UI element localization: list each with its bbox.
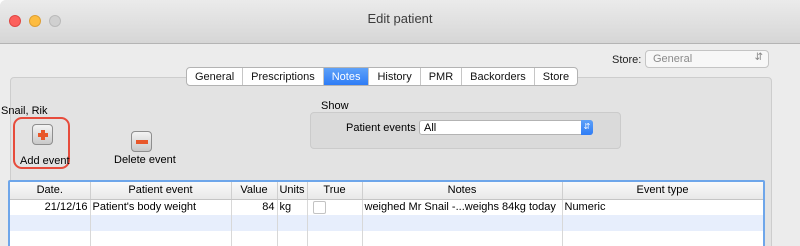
cell-event-type: Numeric xyxy=(562,199,763,215)
column-header-patient-event[interactable]: Patient event xyxy=(90,182,232,200)
plus-icon xyxy=(32,124,53,145)
column-header-value[interactable]: Value xyxy=(231,182,278,200)
column-header-notes[interactable]: Notes xyxy=(362,182,563,200)
tab-history[interactable]: History xyxy=(369,68,421,85)
tab-backorders[interactable]: Backorders xyxy=(462,68,535,85)
window-title: Edit patient xyxy=(367,11,433,26)
cell-value: 84 xyxy=(231,199,278,215)
edit-patient-window: Edit patient Store: General ⇵ General Pr… xyxy=(0,0,800,246)
chevron-updown-icon: ⇵ xyxy=(581,120,593,135)
cell-date: 21/12/16 xyxy=(10,199,91,215)
tab-notes[interactable]: Notes xyxy=(323,68,370,85)
patient-events-select[interactable]: All ⇵ xyxy=(419,120,593,135)
column-header-true[interactable]: True xyxy=(307,182,363,200)
chevron-updown-icon: ⇵ xyxy=(754,52,763,63)
cell-true xyxy=(307,199,363,215)
table-row[interactable] xyxy=(10,231,763,246)
delete-event-button[interactable]: Delete event xyxy=(114,154,176,166)
store-label: Store: xyxy=(612,54,642,66)
title-bar: Edit patient xyxy=(0,0,800,44)
minus-icon[interactable] xyxy=(131,131,152,152)
patient-events-value: All xyxy=(424,122,437,134)
column-header-date[interactable]: Date. xyxy=(10,182,91,200)
tab-bar: General Prescriptions Notes History PMR … xyxy=(186,67,579,86)
add-event-label: Add event xyxy=(20,155,70,167)
add-event-button[interactable]: Add event xyxy=(13,117,70,169)
patient-name: Snail, Rik xyxy=(1,105,48,117)
tab-store[interactable]: Store xyxy=(535,68,577,85)
store-select[interactable]: General ⇵ xyxy=(645,50,769,68)
tab-prescriptions[interactable]: Prescriptions xyxy=(243,68,324,85)
cell-units: kg xyxy=(277,199,308,215)
cell-notes: weighed Mr Snail -...weighs 84kg today xyxy=(362,199,563,215)
tab-general[interactable]: General xyxy=(187,68,244,85)
true-checkbox[interactable] xyxy=(312,200,326,214)
cell-patient-event: Patient's body weight xyxy=(90,199,232,215)
tab-pmr[interactable]: PMR xyxy=(421,68,463,85)
table-header-row: Date. Patient event Value Units True Not… xyxy=(10,182,763,200)
column-header-units[interactable]: Units xyxy=(277,182,308,200)
table-row[interactable] xyxy=(10,215,763,231)
table-row[interactable]: 21/12/16 Patient's body weight 84 kg wei… xyxy=(10,199,763,215)
column-header-event-type[interactable]: Event type xyxy=(562,182,763,200)
events-table[interactable]: Date. Patient event Value Units True Not… xyxy=(8,180,765,246)
store-select-value: General xyxy=(653,53,693,65)
patient-events-label: Patient events xyxy=(346,122,416,134)
show-group-title: Show xyxy=(321,100,349,112)
